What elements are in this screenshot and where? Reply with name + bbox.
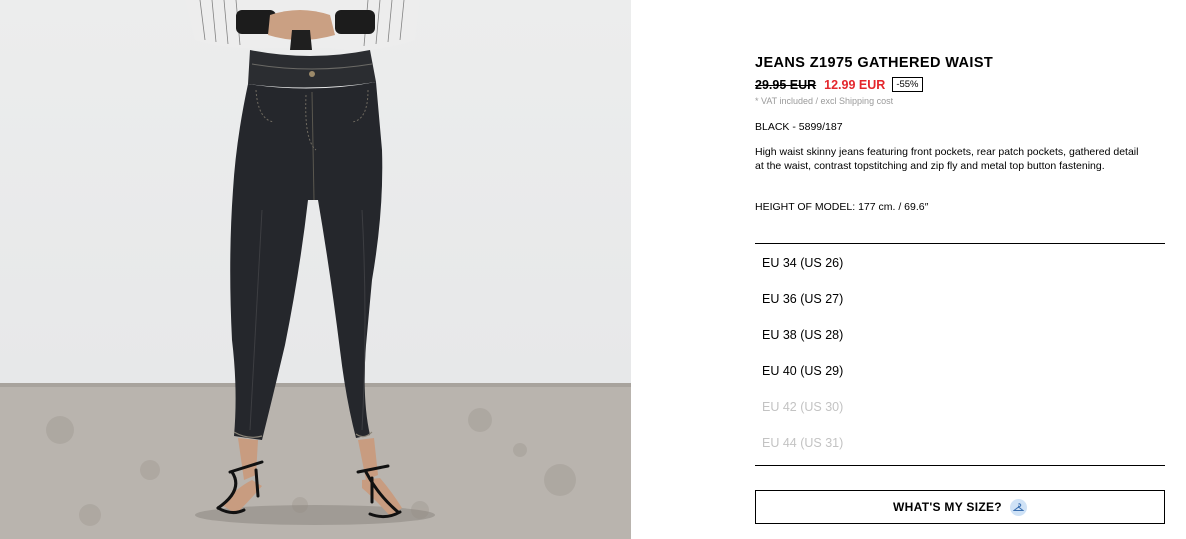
size-option-unavailable[interactable]: EU 44 (US 31): [755, 425, 1165, 461]
size-option[interactable]: EU 34 (US 26): [755, 245, 1165, 281]
size-option[interactable]: EU 40 (US 29): [755, 353, 1165, 389]
product-image: [0, 0, 631, 539]
model-height: HEIGHT OF MODEL: 177 cm. / 69.6″: [755, 201, 929, 213]
size-list: EU 34 (US 26) EU 36 (US 27) EU 38 (US 28…: [755, 243, 1165, 466]
whats-my-size-button[interactable]: WHAT'S MY SIZE?: [755, 490, 1165, 524]
discount-badge: -55%: [892, 77, 923, 92]
old-price: 29.95 EUR: [755, 77, 817, 92]
color-reference: BLACK - 5899/187: [755, 121, 843, 133]
vat-note: * VAT included / excl Shipping cost: [755, 96, 894, 106]
whats-my-size-label: WHAT'S MY SIZE?: [893, 500, 1002, 514]
size-option[interactable]: EU 38 (US 28): [755, 317, 1165, 353]
price-row: 29.95 EUR 12.99 EUR -55%: [755, 77, 923, 92]
product-title: JEANS Z1975 GATHERED WAIST: [755, 55, 994, 71]
product-description: High waist skinny jeans featuring front …: [755, 146, 1139, 173]
hanger-icon: [1009, 498, 1027, 516]
size-option[interactable]: EU 36 (US 27): [755, 281, 1165, 317]
size-option-unavailable[interactable]: EU 42 (US 30): [755, 389, 1165, 425]
sale-price: 12.99 EUR: [824, 77, 886, 92]
